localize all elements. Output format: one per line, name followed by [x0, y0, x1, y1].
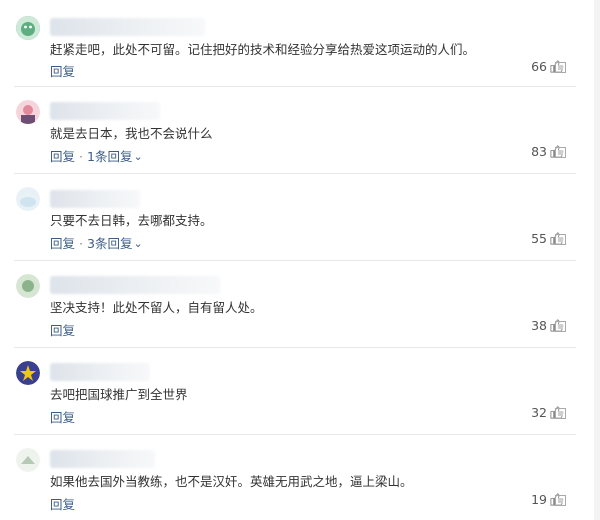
avatar[interactable] — [16, 361, 40, 385]
reply-button[interactable]: 回复 — [50, 64, 75, 79]
avatar[interactable] — [16, 16, 40, 40]
report-icon[interactable] — [555, 408, 566, 419]
comment-item: 赶紧走吧，此处不可留。记住把好的技术和经验分享给热爱这项运动的人们。 回复 66 — [0, 0, 600, 87]
username-blurred[interactable] — [50, 450, 155, 468]
like-count: 66 — [531, 59, 547, 74]
comment-actions: 回复 — [50, 61, 75, 80]
comment-text: 去吧把国球推广到全世界 — [50, 387, 188, 402]
reply-button[interactable]: 回复 — [50, 497, 75, 512]
comment-actions: 回复 · 3条回复⌄ — [50, 233, 143, 252]
comment-item: 如果他去国外当教练，也不是汉奸。英雄无用武之地，逼上梁山。 回复 19 — [0, 435, 600, 520]
comment-text: 如果他去国外当教练，也不是汉奸。英雄无用武之地，逼上梁山。 — [50, 474, 413, 489]
like-count: 55 — [531, 231, 547, 246]
chevron-down-icon: ⌄ — [133, 237, 143, 250]
avatar[interactable] — [16, 187, 40, 211]
replies-count-label: 1条回复 — [87, 149, 133, 164]
replies-count-label: 3条回复 — [87, 236, 133, 251]
report-icon[interactable] — [555, 234, 566, 245]
comment-item: 就是去日本，我也不会说什么 回复 · 1条回复⌄ 83 — [0, 87, 600, 174]
view-replies-button[interactable]: 1条回复⌄ — [87, 149, 143, 164]
reply-button[interactable]: 回复 — [50, 236, 75, 251]
separator: · — [79, 149, 83, 164]
reply-button[interactable]: 回复 — [50, 323, 75, 338]
comment-actions: 回复 — [50, 494, 75, 513]
scrollbar[interactable] — [594, 0, 600, 520]
comment-item: 去吧把国球推广到全世界 回复 32 — [0, 348, 600, 435]
avatar[interactable] — [16, 274, 40, 298]
like-count: 83 — [531, 144, 547, 159]
reply-button[interactable]: 回复 — [50, 149, 75, 164]
comment-text: 就是去日本，我也不会说什么 — [50, 126, 213, 141]
view-replies-button[interactable]: 3条回复⌄ — [87, 236, 143, 251]
comment-text: 坚决支持！此处不留人，自有留人处。 — [50, 300, 263, 315]
comment-text: 赶紧走吧，此处不可留。记住把好的技术和经验分享给热爱这项运动的人们。 — [50, 42, 476, 57]
username-blurred[interactable] — [50, 363, 150, 381]
report-icon[interactable] — [555, 321, 566, 332]
username-blurred[interactable] — [50, 276, 220, 294]
comment-text: 只要不去日韩，去哪都支持。 — [50, 213, 213, 228]
username-blurred[interactable] — [50, 18, 205, 36]
comment-actions: 回复 — [50, 320, 75, 339]
comment-item: 只要不去日韩，去哪都支持。 回复 · 3条回复⌄ 55 — [0, 174, 600, 261]
comment-actions: 回复 — [50, 407, 75, 426]
comment-actions: 回复 · 1条回复⌄ — [50, 146, 143, 165]
reply-button[interactable]: 回复 — [50, 410, 75, 425]
username-blurred[interactable] — [50, 102, 160, 120]
report-icon[interactable] — [555, 495, 566, 506]
like-count: 19 — [531, 492, 547, 507]
avatar[interactable] — [16, 100, 40, 124]
like-count: 32 — [531, 405, 547, 420]
comment-item: 坚决支持！此处不留人，自有留人处。 回复 38 — [0, 261, 600, 348]
report-icon[interactable] — [555, 62, 566, 73]
separator: · — [79, 236, 83, 251]
chevron-down-icon: ⌄ — [133, 150, 143, 163]
report-icon[interactable] — [555, 147, 566, 158]
avatar[interactable] — [16, 448, 40, 472]
like-count: 38 — [531, 318, 547, 333]
username-blurred[interactable] — [50, 190, 140, 208]
